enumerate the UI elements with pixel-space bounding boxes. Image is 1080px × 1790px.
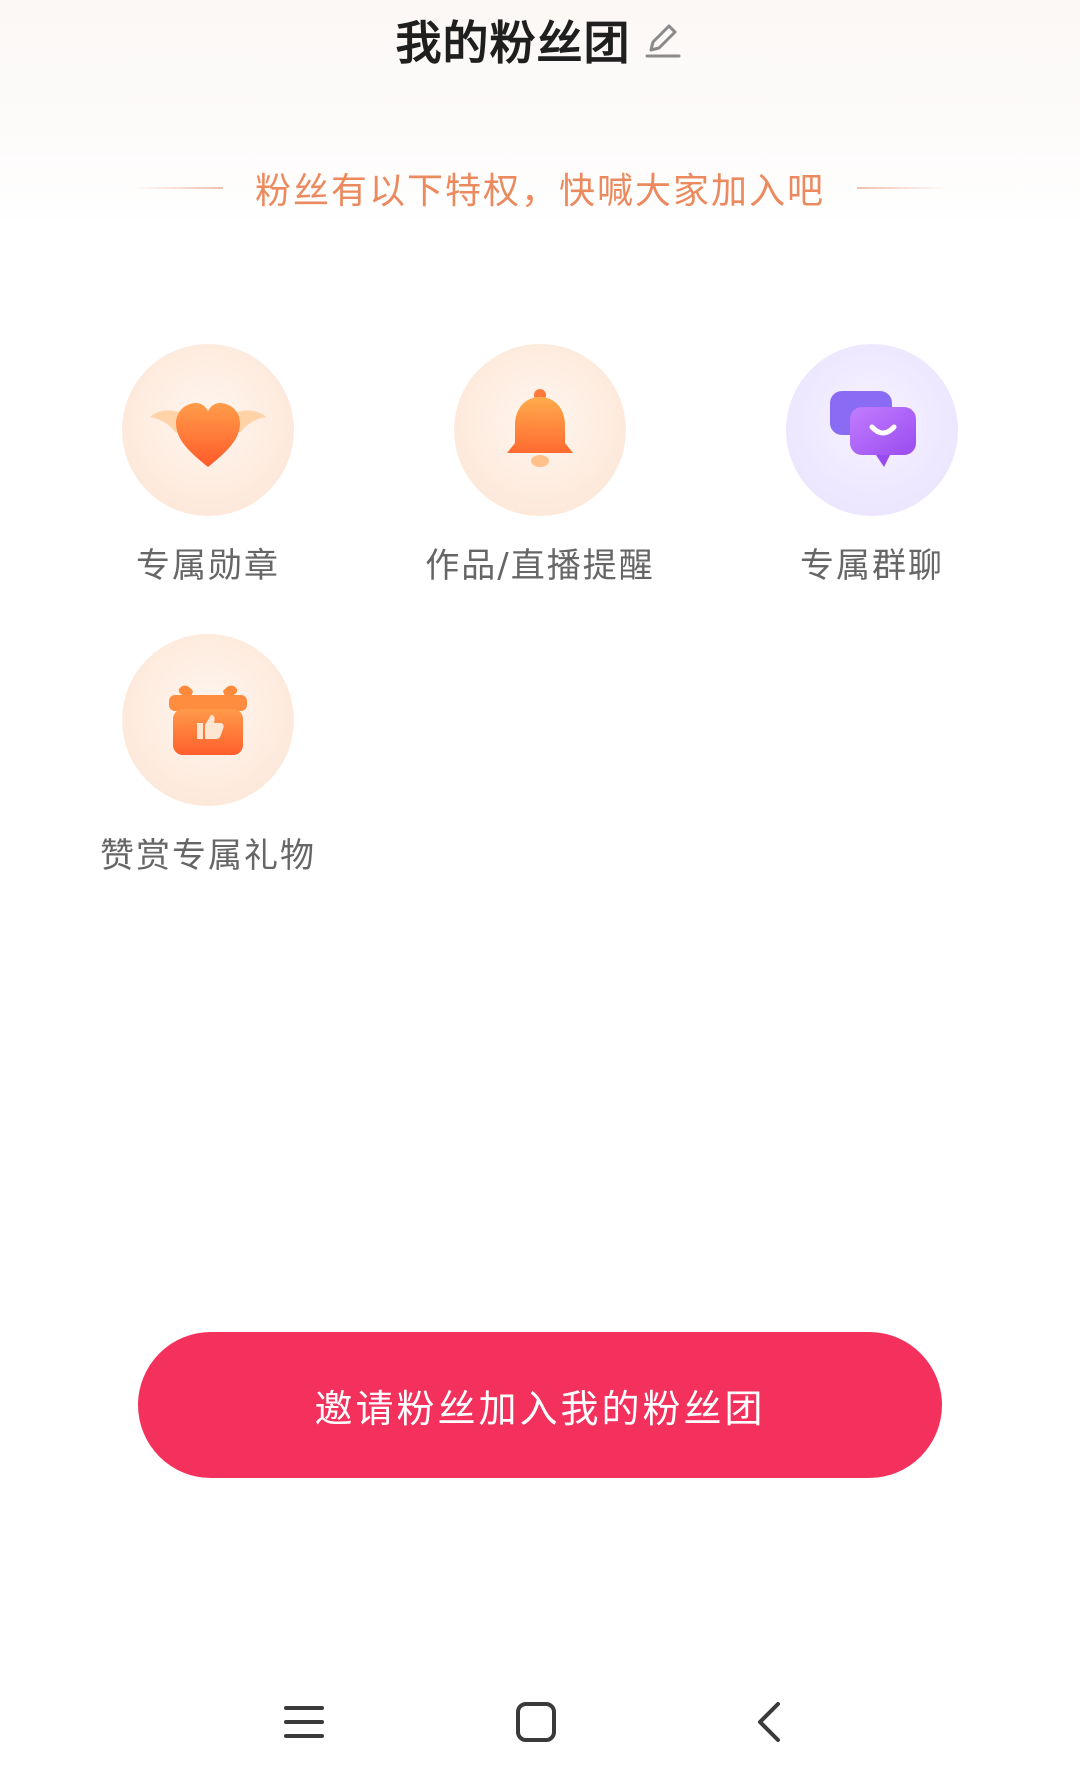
divider-right — [857, 187, 949, 189]
perk-icon-circle — [122, 344, 294, 516]
perk-appreciation-gift[interactable]: 赞赏专属礼物 — [58, 634, 358, 877]
page-title: 我的粉丝团 — [395, 16, 631, 70]
page-header: 我的粉丝团 — [0, 0, 1080, 80]
perk-label: 专属勋章 — [136, 546, 280, 586]
perks-subtitle: 粉丝有以下特权，快喊大家加入吧 — [254, 171, 825, 212]
chat-bubbles-icon — [830, 391, 916, 467]
perk-label: 赞赏专属礼物 — [100, 836, 316, 876]
perk-icon-circle — [786, 344, 958, 516]
perk-icon-circle — [454, 344, 626, 516]
invite-fans-button[interactable]: 邀请粉丝加入我的粉丝团 — [138, 1332, 942, 1478]
system-nav-bar — [0, 1680, 1080, 1764]
gift-box-icon — [169, 685, 247, 755]
perks-intro: 粉丝有以下特权，快喊大家加入吧 — [0, 160, 1080, 216]
perk-label: 专属群聊 — [800, 546, 944, 586]
home-square-icon[interactable] — [494, 1680, 578, 1764]
winged-heart-icon — [150, 403, 266, 467]
perk-label: 作品/直播提醒 — [425, 546, 655, 586]
perk-exclusive-group-chat[interactable]: 专属群聊 — [722, 344, 1022, 587]
bell-icon — [507, 389, 573, 467]
perk-icon-circle — [122, 634, 294, 806]
perk-exclusive-badge[interactable]: 专属勋章 — [58, 344, 358, 587]
perk-works-live-reminder[interactable]: 作品/直播提醒 — [390, 344, 690, 587]
menu-icon[interactable] — [262, 1680, 346, 1764]
pencil-icon[interactable] — [641, 18, 685, 62]
back-chevron-icon[interactable] — [728, 1680, 812, 1764]
divider-left — [130, 187, 223, 189]
